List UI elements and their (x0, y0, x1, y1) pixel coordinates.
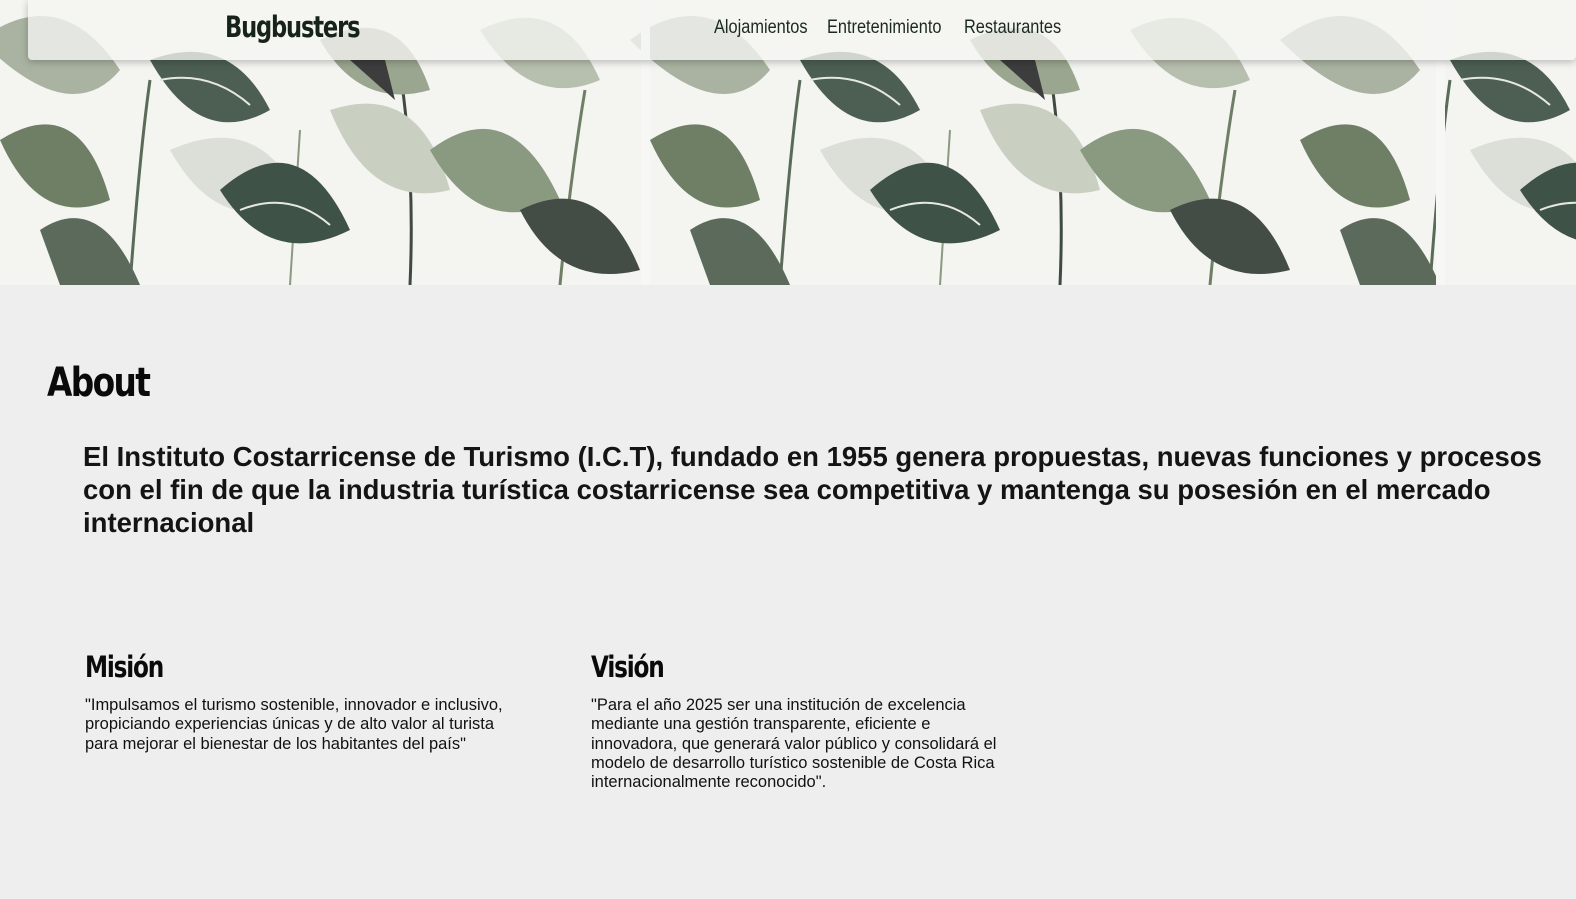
nav-link-entretenimiento[interactable]: Entretenimiento (827, 17, 941, 39)
nav-links: Alojamientos Entretenimiento Restaurante… (714, 17, 1067, 39)
nav-link-alojamientos[interactable]: Alojamientos (714, 17, 808, 39)
vision-section: Visión "Para el año 2025 ser una institu… (591, 650, 1011, 792)
nav-link-restaurantes[interactable]: Restaurantes (964, 17, 1061, 39)
vision-text: "Para el año 2025 ser una institución de… (591, 696, 997, 792)
vision-title: Visión (591, 650, 665, 684)
brand-logo[interactable]: Bugbusters (225, 10, 361, 44)
mision-title: Misión (85, 650, 164, 684)
about-title: About (47, 360, 151, 406)
mision-section: Misión "Impulsamos el turismo sostenible… (85, 650, 525, 754)
navbar: Bugbusters Alojamientos Entretenimiento … (28, 0, 1576, 60)
about-text: El Instituto Costarricense de Turismo (I… (83, 441, 1542, 538)
mision-text: "Impulsamos el turismo sostenible, innov… (85, 696, 503, 753)
